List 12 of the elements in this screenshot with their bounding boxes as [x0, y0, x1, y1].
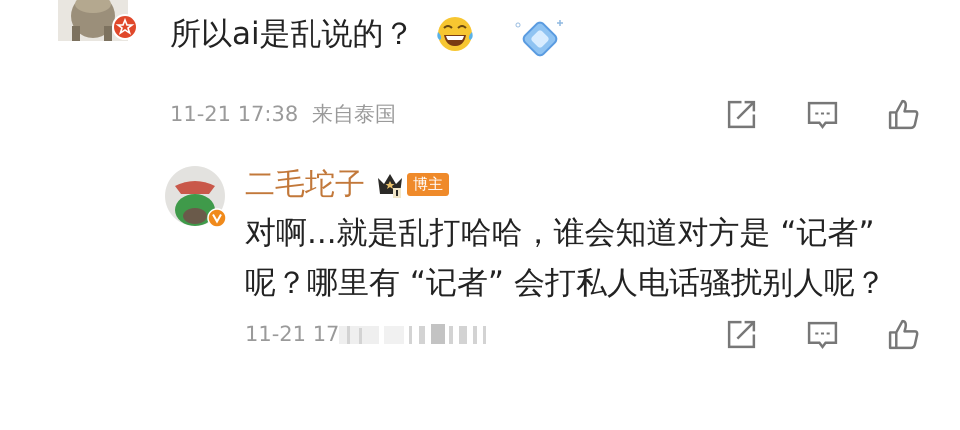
- like-icon[interactable]: [887, 98, 920, 130]
- timestamp: 11-21 17:38: [170, 102, 298, 126]
- comment-text: 所以ai是乱说的？: [170, 15, 415, 54]
- location-text: 来自泰国: [312, 101, 396, 128]
- like-icon[interactable]: [887, 318, 920, 350]
- timestamp: 11-21 17: [245, 322, 340, 346]
- laughing-emoji-icon: [434, 14, 475, 54]
- verified-icon: [207, 208, 227, 228]
- reply-text: 对啊...就是乱打哈哈，谁会知道对方是 “记者” 呢？哪里有 “记者” 会打私人电话骚扰别人呢？: [245, 214, 887, 303]
- username[interactable]: 二毛坨子: [245, 164, 365, 204]
- star-badge-icon: [112, 14, 138, 40]
- author-tag: 博主: [407, 172, 449, 196]
